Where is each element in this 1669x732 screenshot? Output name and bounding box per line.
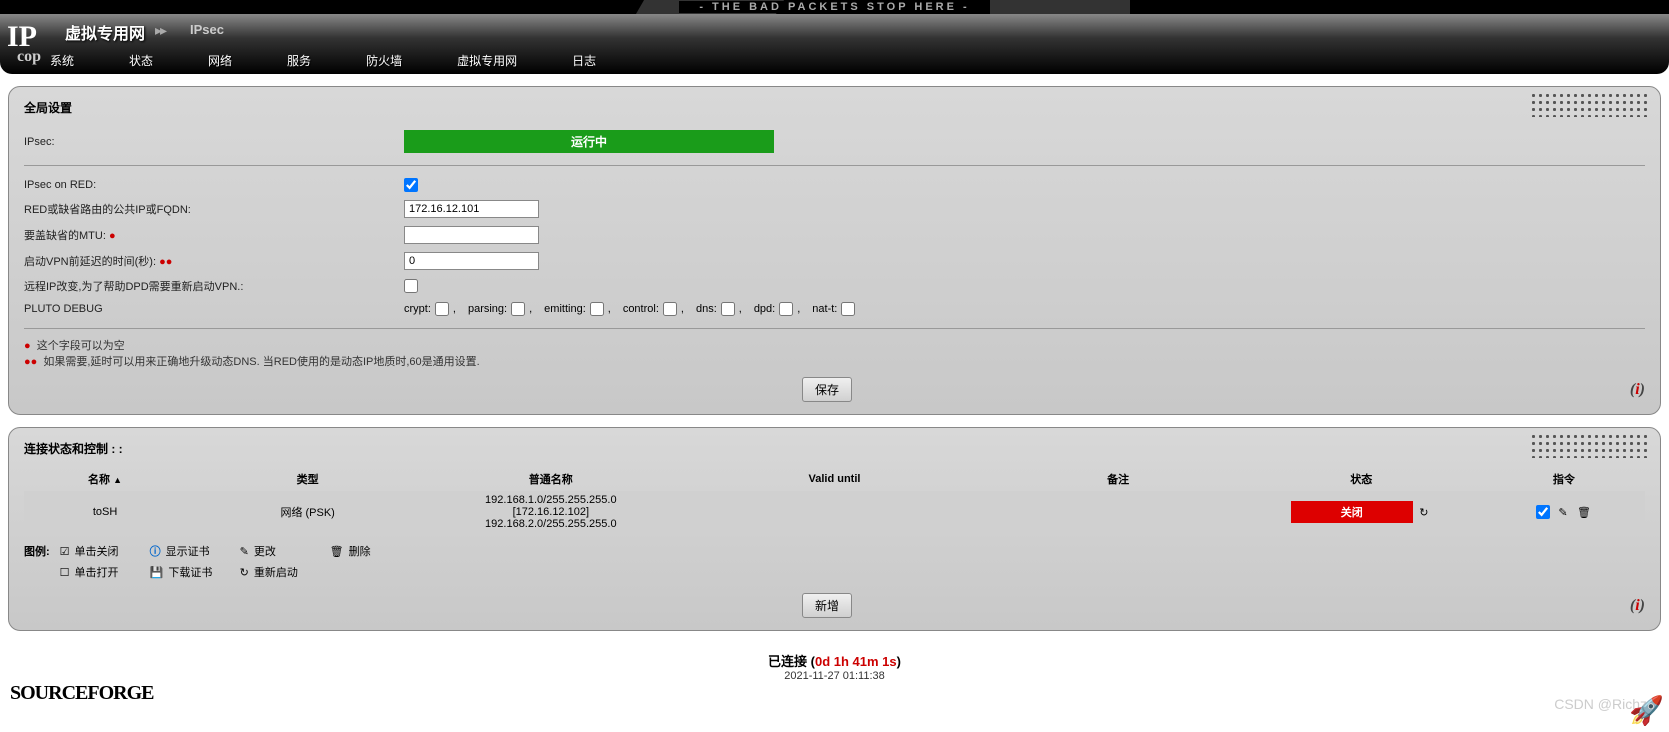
add-button[interactable]: 新增 — [802, 593, 852, 618]
panel-title-conn: 连接状态和控制 : : — [24, 440, 1645, 457]
pencil-icon: ✎ — [240, 545, 249, 558]
debug-control-checkbox[interactable] — [663, 302, 677, 316]
nav-firewall[interactable]: 防火墙 — [366, 52, 402, 69]
edit-icon[interactable]: ✎ — [1555, 504, 1571, 520]
save-button[interactable]: 保存 — [802, 377, 852, 402]
page-title: 虚拟专用网 — [65, 20, 145, 44]
logo: IPcop — [5, 16, 55, 66]
connection-panel: 连接状态和控制 : : 名称 ▲ 类型 普通名称 Valid until 备注 … — [8, 427, 1661, 631]
trash-icon: 🗑 — [330, 545, 344, 558]
reload-icon: ↻ — [240, 566, 249, 579]
checkbox-checked-icon: ☑ — [60, 545, 70, 558]
info-icon[interactable]: i — [1630, 597, 1645, 615]
fqdn-input[interactable] — [404, 200, 539, 218]
footer-status: 已连接 (0d 1h 41m 1s) 2021-11-27 01:11:38 S… — [0, 651, 1669, 682]
ipsec-label: IPsec: — [24, 136, 404, 148]
delay-input[interactable] — [404, 252, 539, 270]
conn-common: 192.168.1.0/255.255.255.0 [172.16.12.102… — [429, 491, 672, 533]
onred-label: IPsec on RED: — [24, 179, 404, 191]
debug-emitting-checkbox[interactable] — [590, 302, 604, 316]
ipsec-status-badge: 运行中 — [404, 130, 774, 153]
restart-vpn-checkbox[interactable] — [404, 279, 418, 293]
info-blue-icon: ⓘ — [150, 543, 161, 559]
svg-text:cop: cop — [17, 48, 41, 65]
header: IPcop 虚拟专用网 ▸▸ IPsec 系统 状态 网络 服务 防火墙 虚拟专… — [0, 14, 1669, 74]
debug-crypt-checkbox[interactable] — [435, 302, 449, 316]
connection-table: 名称 ▲ 类型 普通名称 Valid until 备注 状态 指令 toSH 网… — [24, 467, 1645, 533]
table-row: toSH 网络 (PSK) 192.168.1.0/255.255.255.0 … — [24, 491, 1645, 533]
decoration-dots — [1530, 92, 1650, 117]
sort-arrow-icon: ▲ — [113, 475, 122, 485]
main-nav: 系统 状态 网络 服务 防火墙 虚拟专用网 日志 — [50, 52, 596, 69]
restart-icon[interactable]: ↻ — [1416, 505, 1432, 521]
conn-type: 网络 (PSK) — [186, 491, 429, 533]
nav-logs[interactable]: 日志 — [572, 52, 596, 69]
info-icon[interactable]: i — [1630, 381, 1645, 399]
notes: ● 这个字段可以为空 ●● 如果需要,延时可以用来正确地升级动态DNS. 当RE… — [24, 337, 1645, 369]
sourceforge-logo[interactable]: SOURCEFORGE — [10, 682, 153, 705]
nav-services[interactable]: 服务 — [287, 52, 311, 69]
mtu-input[interactable] — [404, 226, 539, 244]
debug-dpd-checkbox[interactable] — [779, 302, 793, 316]
debug-dns-checkbox[interactable] — [721, 302, 735, 316]
status-badge: 关闭 — [1291, 501, 1413, 523]
panel-title-global: 全局设置 — [24, 99, 1645, 116]
rocket-icon[interactable]: 🚀 — [1629, 694, 1664, 727]
legend: 图例: ☑单击关闭 ⓘ显示证书 ✎更改 🗑删除 图例: ☐单击打开 💾下载证书 … — [24, 543, 1645, 585]
nav-vpn[interactable]: 虚拟专用网 — [457, 52, 517, 69]
nav-network[interactable]: 网络 — [208, 52, 232, 69]
debug-natt-checkbox[interactable] — [841, 302, 855, 316]
delete-icon[interactable]: 🗑 — [1576, 504, 1592, 520]
pluto-label: PLUTO DEBUG — [24, 303, 404, 315]
conn-name: toSH — [24, 491, 186, 533]
decoration-dots — [1530, 433, 1650, 458]
debug-parsing-checkbox[interactable] — [511, 302, 525, 316]
breadcrumb: IPsec — [190, 22, 224, 37]
checkbox-empty-icon: ☐ — [60, 566, 70, 579]
ipsec-on-red-checkbox[interactable] — [404, 178, 418, 192]
delay-label: 启动VPN前延迟的时间(秒): ●● — [24, 253, 404, 269]
global-settings-panel: 全局设置 IPsec: 运行中 IPsec on RED: RED或缺省路由的公… — [8, 86, 1661, 415]
breadcrumb-sep: ▸▸ — [155, 22, 165, 39]
toggle-checkbox[interactable] — [1536, 505, 1550, 519]
table-header-row: 名称 ▲ 类型 普通名称 Valid until 备注 状态 指令 — [24, 467, 1645, 491]
mtu-label: 要盖缺省的MTU: ● — [24, 227, 404, 243]
nav-system[interactable]: 系统 — [50, 52, 74, 69]
top-banner: - THE BAD PACKETS STOP HERE - — [0, 0, 1669, 14]
floppy-icon: 💾 — [150, 566, 164, 579]
fqdn-label: RED或缺省路由的公共IP或FQDN: — [24, 201, 404, 217]
nav-status[interactable]: 状态 — [129, 52, 153, 69]
restart-label: 远程IP改变,为了帮助DPD需要重新启动VPN.: — [24, 278, 404, 294]
